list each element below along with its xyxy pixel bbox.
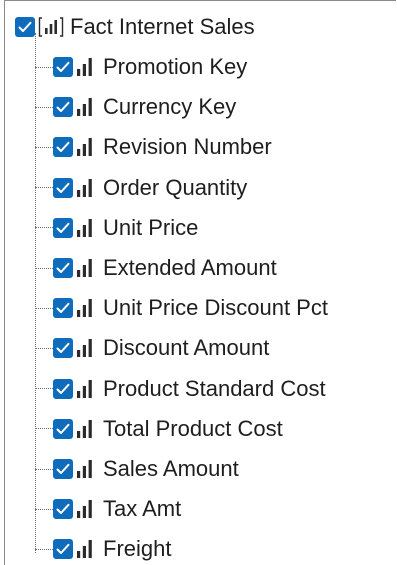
tree-connector — [35, 508, 53, 510]
table-icon — [38, 17, 64, 37]
checkmark-icon — [56, 503, 70, 515]
field-checkbox[interactable] — [53, 217, 73, 238]
tree-node-fact-internet-sales[interactable]: Fact Internet Sales — [15, 9, 396, 45]
tree-node-measure[interactable]: Total Product Cost — [35, 409, 283, 449]
field-label: Total Product Cost — [103, 415, 283, 441]
tree-node-measure[interactable]: Unit Price Discount Pct — [35, 288, 328, 328]
checkmark-icon — [56, 383, 70, 394]
field-label: Product Standard Cost — [103, 375, 326, 401]
checkmark-icon — [56, 423, 70, 434]
measure-icon — [77, 259, 92, 277]
field-label: Discount Amount — [103, 335, 270, 361]
checkmark-icon — [56, 463, 70, 474]
checkmark-icon — [18, 21, 32, 32]
checkmark-icon — [56, 544, 70, 555]
tree-node-measure[interactable]: Sales Amount — [35, 449, 239, 489]
field-label: Freight — [103, 536, 172, 562]
tree-connector — [35, 267, 53, 269]
tree-node-measure[interactable]: Revision Number — [35, 127, 272, 167]
tree-node-measure[interactable]: Order Quantity — [35, 168, 247, 208]
field-label: Extended Amount — [103, 255, 277, 280]
field-checkbox[interactable] — [53, 97, 73, 118]
tree-node-measure[interactable]: Unit Price — [35, 208, 198, 248]
field-checkbox[interactable] — [53, 539, 73, 560]
measure-icon — [77, 500, 92, 519]
tree-connector — [35, 187, 53, 189]
tree-connector — [35, 428, 53, 430]
checkmark-icon — [56, 302, 70, 314]
tree-node-measure[interactable]: Freight — [35, 529, 171, 565]
measure-icon — [77, 218, 92, 237]
checkmark-icon — [56, 61, 70, 72]
checkmark-icon — [56, 101, 70, 113]
measure-icon — [77, 540, 92, 559]
field-label: Unit Price — [103, 214, 199, 240]
tree-connector — [35, 307, 53, 309]
field-label: Unit Price Discount Pct — [103, 295, 328, 321]
field-label: Revision Number — [103, 134, 272, 160]
checkmark-icon — [56, 142, 70, 153]
tree-connector — [35, 548, 53, 550]
measure-icon — [77, 58, 92, 76]
field-checkbox[interactable] — [53, 378, 73, 399]
measure-icon — [77, 299, 92, 318]
measure-icon — [77, 98, 92, 117]
tree-node-measure[interactable]: Currency Key — [35, 87, 236, 127]
field-list-panel: Fact Internet Sales Promotion Key Currenc… — [4, 0, 396, 565]
field-checkbox[interactable] — [53, 177, 73, 198]
tree-connector — [35, 66, 53, 68]
tree-node-measure[interactable]: Tax Amt — [35, 489, 181, 529]
tree-node-measure[interactable]: Discount Amount — [35, 328, 269, 368]
field-label: Currency Key — [103, 94, 237, 120]
field-checkbox[interactable] — [53, 459, 73, 479]
checkmark-icon — [56, 343, 70, 354]
measure-icon — [77, 339, 92, 358]
checkmark-icon — [56, 262, 70, 273]
tree-connector — [35, 468, 53, 470]
field-checkbox[interactable] — [53, 499, 73, 520]
tree-connector — [35, 388, 53, 390]
field-checkbox[interactable] — [53, 338, 73, 359]
checkmark-icon — [56, 182, 70, 193]
measure-icon — [77, 178, 92, 197]
field-checkbox[interactable] — [53, 418, 73, 439]
field-label: Tax Amt — [103, 496, 182, 522]
field-label: Promotion Key — [103, 54, 248, 79]
tree-connector — [35, 106, 53, 108]
measure-icon — [77, 419, 92, 438]
field-checkbox[interactable] — [53, 57, 73, 77]
field-label: Sales Amount — [103, 456, 239, 481]
checkmark-icon — [56, 222, 70, 233]
tree-connector — [35, 227, 53, 229]
measure-icon — [77, 138, 92, 157]
root-label: Fact Internet Sales — [70, 14, 255, 39]
measure-icon — [77, 460, 92, 478]
tree-connector — [35, 146, 53, 148]
field-checkbox[interactable] — [53, 258, 73, 278]
root-checkbox[interactable] — [15, 17, 35, 37]
tree-node-measure[interactable]: Product Standard Cost — [35, 369, 326, 409]
tree-node-measure[interactable]: Promotion Key — [35, 47, 247, 87]
tree-node-measure[interactable]: Extended Amount — [35, 248, 277, 288]
measure-icon — [77, 379, 92, 398]
tree-connector — [35, 347, 53, 349]
field-checkbox[interactable] — [53, 298, 73, 319]
field-checkbox[interactable] — [53, 137, 73, 158]
field-label: Order Quantity — [103, 174, 248, 200]
